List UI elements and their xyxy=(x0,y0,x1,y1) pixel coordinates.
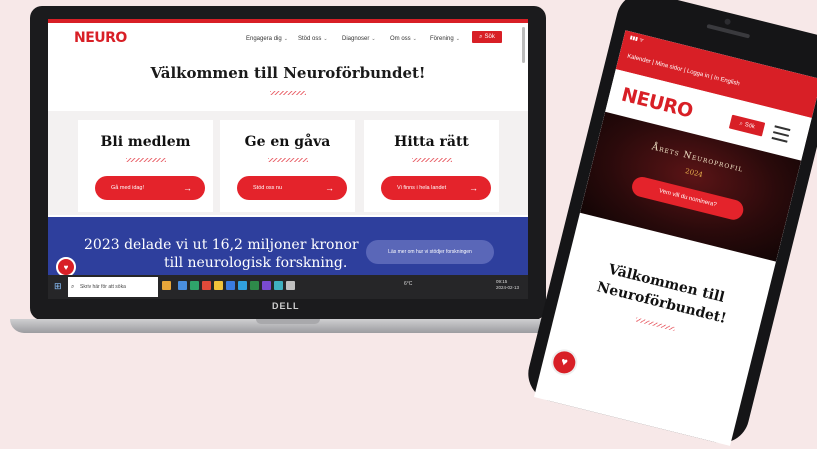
teams-icon[interactable] xyxy=(262,281,271,290)
button-label: Vi finns i hela landet xyxy=(397,185,447,191)
find-local-button[interactable]: Vi finns i hela landet → xyxy=(381,176,491,200)
excel-icon[interactable] xyxy=(250,281,259,290)
laptop-notch xyxy=(256,319,320,324)
card-ge-en-gava: Ge en gåva Stöd oss nu → xyxy=(220,120,355,212)
file-explorer-icon[interactable] xyxy=(214,281,223,290)
store-icon[interactable] xyxy=(226,281,235,290)
card-title: Hitta rätt xyxy=(394,134,469,150)
heart-icon: ♥ xyxy=(559,355,569,369)
nav-om-oss[interactable]: Om oss ⌄ xyxy=(390,36,417,42)
banner-heading-line2: till neurologisk forskning. xyxy=(164,255,348,271)
top-accent-line xyxy=(48,19,528,23)
nav-label: Engagera dig xyxy=(246,36,282,42)
scrollbar[interactable] xyxy=(522,27,525,63)
card-title: Ge en gåva xyxy=(244,134,331,150)
nav-label: Stöd oss xyxy=(298,36,322,42)
chevron-down-icon: ⌄ xyxy=(323,36,328,42)
chevron-down-icon: ⌄ xyxy=(455,36,460,42)
nav-engagera-dig[interactable]: Engagera dig ⌄ xyxy=(246,36,288,42)
heart-fab-button[interactable]: ♥ xyxy=(56,257,76,277)
page-title: Välkommen till Neuroförbundet! xyxy=(150,64,426,82)
nav-diagnoser[interactable]: Diagnoser ⌄ xyxy=(342,36,376,42)
card-bli-medlem: Bli medlem Gå med idag! → xyxy=(78,120,213,212)
taskbar-search-input[interactable]: ⌕ Skriv här för att söka xyxy=(68,277,158,297)
task-view-icon[interactable] xyxy=(178,281,187,290)
weather-indicator[interactable]: 6°C xyxy=(404,281,412,287)
card-hitta-ratt: Hitta rätt Vi finns i hela landet → xyxy=(364,120,499,212)
widgets-icon[interactable] xyxy=(162,281,171,290)
search-icon: ⌕ xyxy=(738,120,744,127)
taskbar-search-placeholder: Skriv här för att söka xyxy=(80,284,126,290)
button-label: Gå med idag! xyxy=(111,185,145,191)
card-title: Bli medlem xyxy=(100,134,191,150)
decorative-squiggle xyxy=(412,158,452,162)
chevron-down-icon: ⌄ xyxy=(371,36,376,42)
search-icon: ⌕ xyxy=(479,33,483,40)
arrow-right-icon: → xyxy=(469,183,478,193)
taskbar-clock[interactable]: 09:15 2024-02-13 xyxy=(496,279,519,291)
nav-label: Förening xyxy=(430,36,454,42)
decorative-squiggle xyxy=(635,317,676,332)
search-button-label: Sök xyxy=(484,34,495,40)
arrow-right-icon: → xyxy=(325,183,334,193)
nav-stod-oss[interactable]: Stöd oss ⌄ xyxy=(298,36,328,42)
search-button[interactable]: ⌕ Sök xyxy=(472,31,502,43)
decorative-squiggle xyxy=(126,158,166,162)
laptop-screen: NEURO Engagera dig ⌄ Stöd oss ⌄ Diagnoser ⌄… xyxy=(48,19,528,299)
search-icon: ⌕ xyxy=(71,283,75,290)
phone-screen: ▮▮▮ ᯤ Kalender | Mina sidor | Logga in |… xyxy=(534,30,817,446)
mail-icon[interactable] xyxy=(238,281,247,290)
arrow-right-icon: → xyxy=(183,183,192,193)
research-read-more-button[interactable]: Läs mer om hur vi stödjer forskningen xyxy=(366,240,494,264)
smartphone: ▮▮▮ ᯤ Kalender | Mina sidor | Logga in |… xyxy=(522,0,817,449)
edge-browser-icon[interactable] xyxy=(190,281,199,290)
app-icon[interactable] xyxy=(286,281,295,290)
windows-start-icon[interactable]: ⊞ xyxy=(54,282,63,291)
clock-date: 2024-02-13 xyxy=(496,285,520,290)
join-button[interactable]: Gå med idag! → xyxy=(95,176,205,200)
heart-fab-button[interactable]: ♥ xyxy=(548,346,581,379)
chrome-browser-icon[interactable] xyxy=(202,281,211,290)
nav-label: Diagnoser xyxy=(342,36,370,42)
button-label: Stöd oss nu xyxy=(253,185,283,191)
nav-label: Om oss xyxy=(390,36,411,42)
donate-button[interactable]: Stöd oss nu → xyxy=(237,176,347,200)
search-button-label: Sök xyxy=(743,122,756,131)
decorative-squiggle xyxy=(270,91,306,95)
nav-forening[interactable]: Förening ⌄ xyxy=(430,36,460,42)
decorative-squiggle xyxy=(268,158,308,162)
heart-icon: ♥ xyxy=(63,262,69,272)
app-icon[interactable] xyxy=(274,281,283,290)
chevron-down-icon: ⌄ xyxy=(283,36,288,42)
banner-heading-line1: 2023 delade vi ut 16,2 miljoner kronor xyxy=(84,237,359,253)
site-logo[interactable]: NEURO xyxy=(74,30,127,46)
chevron-down-icon: ⌄ xyxy=(412,36,417,42)
laptop-brand-logo: DELL xyxy=(272,301,300,311)
